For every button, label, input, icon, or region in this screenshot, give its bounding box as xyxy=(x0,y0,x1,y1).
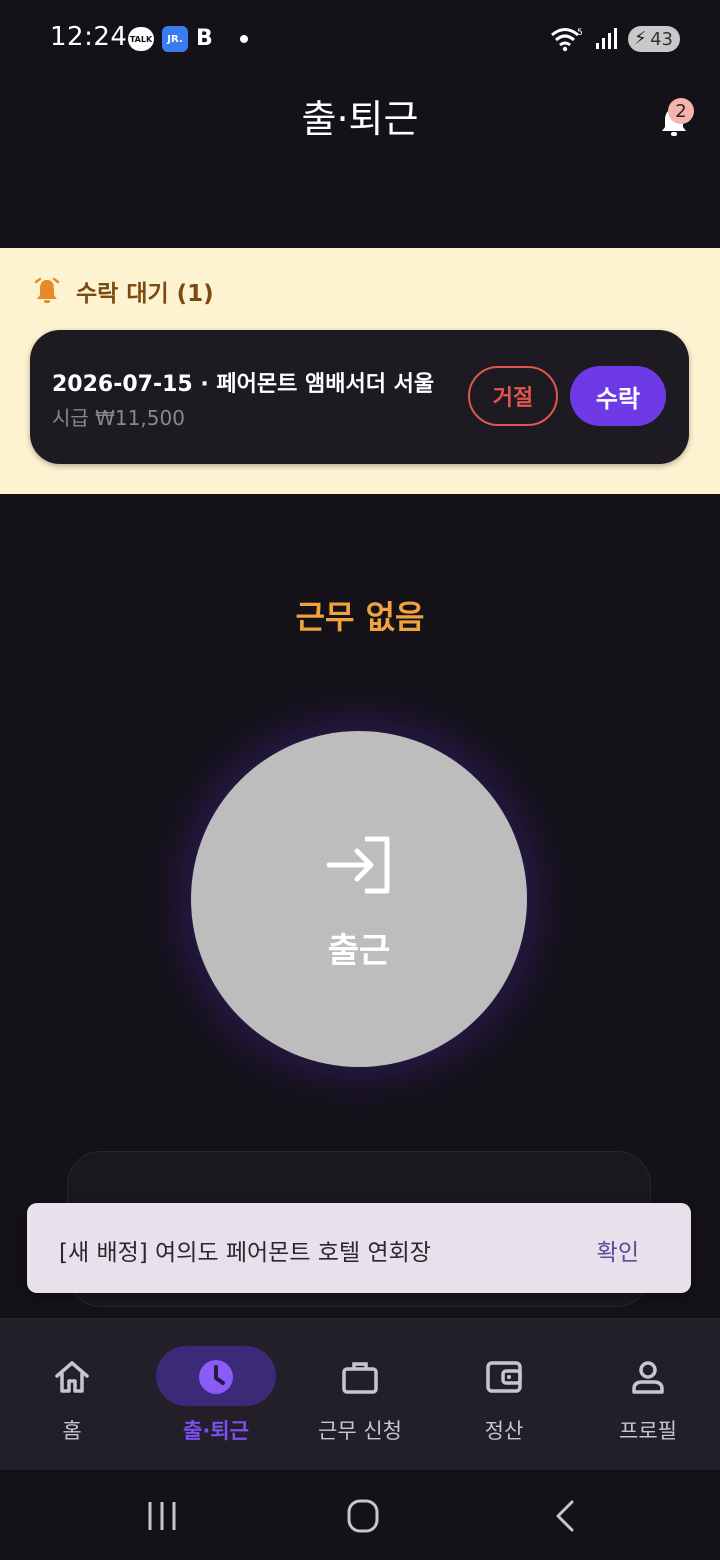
wallet-icon xyxy=(486,1361,522,1393)
notification-icons: TALK JR. B xyxy=(128,26,248,52)
nav-label-profile: 프로필 xyxy=(619,1419,677,1443)
battery-indicator: ⚡ 43 xyxy=(628,26,680,52)
nav-item-attendance[interactable]: 출·퇴근 xyxy=(144,1345,288,1445)
briefcase-icon xyxy=(342,1362,378,1394)
nav-item-settlement[interactable]: 정산 xyxy=(432,1345,576,1445)
notification-count-badge: 2 xyxy=(668,98,694,124)
svg-text:5: 5 xyxy=(577,28,583,38)
battery-level: 43 xyxy=(650,28,673,50)
recent-apps-icon[interactable] xyxy=(142,1498,182,1534)
nav-label-work-apply: 근무 신청 xyxy=(318,1419,402,1443)
reject-button[interactable]: 거절 xyxy=(468,366,558,426)
clock-in-button[interactable]: 출근 xyxy=(191,731,527,1067)
snackbar-confirm-button[interactable]: 확인 xyxy=(597,1233,639,1267)
back-icon[interactable] xyxy=(546,1498,586,1534)
page-title: 출·퇴근 xyxy=(301,97,419,141)
nav-item-profile[interactable]: 프로필 xyxy=(576,1345,720,1445)
cell-signal-icon xyxy=(596,28,617,49)
snackbar-message: [새 배정] 여의도 페어몬트 호텔 연회장 xyxy=(59,1240,431,1266)
status-bar: 12:24 TALK JR. B 5 ⚡ 43 xyxy=(0,0,720,80)
work-status-label: 근무 없음 xyxy=(295,598,425,636)
nav-label-attendance: 출·퇴근 xyxy=(183,1419,249,1443)
clock-in-label: 출근 xyxy=(327,931,391,971)
login-arrow-icon xyxy=(327,836,390,894)
home-icon xyxy=(55,1361,89,1393)
b-app-icon: B xyxy=(196,26,213,51)
pending-assignment-card: 2026-07-15 · 페어몬트 앰배서더 서울 시급 ₩11,500 거절 … xyxy=(30,330,689,464)
app-screen: 12:24 TALK JR. B 5 ⚡ 43 출·퇴근 2 수락 대기 (1)… xyxy=(0,0,720,1560)
nav-item-home[interactable]: 홈 xyxy=(0,1345,144,1445)
nav-label-settlement: 정산 xyxy=(484,1419,524,1443)
snackbar: [새 배정] 여의도 페어몬트 호텔 연회장 확인 xyxy=(27,1203,691,1293)
alarm-bell-icon xyxy=(34,277,60,303)
assignment-title: 2026-07-15 · 페어몬트 앰배서더 서울 xyxy=(52,372,435,397)
nav-item-work-apply[interactable]: 근무 신청 xyxy=(288,1345,432,1445)
home-system-icon[interactable] xyxy=(343,1498,383,1534)
system-navigation-bar xyxy=(0,1470,720,1560)
status-time: 12:24 xyxy=(50,22,128,52)
pending-header: 수락 대기 (1) xyxy=(32,274,214,308)
bottom-navigation: 홈 출·퇴근 근무 신청 정산 프로필 xyxy=(0,1318,720,1470)
charging-bolt-icon: ⚡ xyxy=(634,28,647,49)
more-notifications-dot-icon xyxy=(240,35,248,43)
pending-title: 수락 대기 (1) xyxy=(76,281,214,307)
system-icons: 5 ⚡ 43 xyxy=(550,26,680,52)
nav-label-home: 홈 xyxy=(62,1419,82,1443)
accept-button[interactable]: 수락 xyxy=(570,366,666,426)
assignment-wage: 시급 ₩11,500 xyxy=(52,406,185,430)
clock-icon xyxy=(199,1360,233,1394)
kakaotalk-icon: TALK xyxy=(128,27,154,51)
jr-app-icon: JR. xyxy=(162,26,188,52)
person-icon xyxy=(632,1361,664,1394)
wifi-icon: 5 xyxy=(551,28,583,52)
